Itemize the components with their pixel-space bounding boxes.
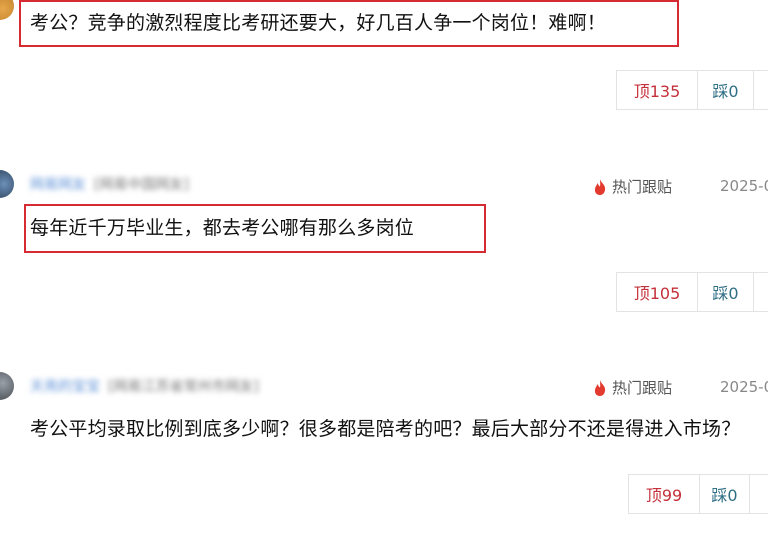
author-name[interactable]: 天亮的宝宝	[30, 379, 100, 395]
author-line: 网易网友 [网易中国网友]	[30, 174, 189, 194]
comment-text: 考公平均录取比例到底多少啊？很多都是陪考的吧？最后大部分不还是得进入市场？	[30, 418, 741, 440]
author-name[interactable]: 网易网友	[30, 177, 86, 193]
vote-group: 顶105 踩0	[616, 272, 768, 312]
more-button[interactable]	[754, 70, 768, 110]
fire-icon	[594, 178, 606, 195]
comment-date: 2025-0	[720, 177, 768, 195]
comment-text: 考公？竞争的激烈程度比考研还要大，好几百人争一个岗位！难啊！	[30, 12, 607, 34]
author-line: 天亮的宝宝 [网易江苏省常州市网友]	[30, 376, 259, 396]
upvote-button[interactable]: 顶105	[616, 272, 698, 312]
upvote-button[interactable]: 顶99	[628, 474, 700, 514]
fire-icon	[594, 379, 606, 396]
upvote-button[interactable]: 顶135	[616, 70, 698, 110]
more-button[interactable]	[754, 272, 768, 312]
comment-date: 2025-0	[720, 378, 768, 396]
avatar[interactable]	[0, 170, 14, 198]
author-source: [网易江苏省常州市网友]	[108, 379, 259, 395]
hot-label-text: 热门跟贴	[612, 379, 673, 397]
more-button[interactable]	[750, 474, 768, 514]
avatar[interactable]	[0, 372, 14, 400]
downvote-button[interactable]: 踩0	[700, 474, 750, 514]
vote-group: 顶135 踩0	[616, 70, 768, 110]
comment-text: 每年近千万毕业生，都去考公哪有那么多岗位	[30, 217, 415, 239]
vote-group: 顶99 踩0	[628, 474, 768, 514]
hot-label: 热门跟贴	[592, 176, 672, 197]
hot-label: 热门跟贴	[592, 377, 672, 398]
downvote-button[interactable]: 踩0	[698, 70, 754, 110]
author-source: [网易中国网友]	[94, 177, 189, 193]
downvote-button[interactable]: 踩0	[698, 272, 754, 312]
avatar[interactable]	[0, 0, 14, 20]
hot-label-text: 热门跟贴	[612, 178, 673, 196]
